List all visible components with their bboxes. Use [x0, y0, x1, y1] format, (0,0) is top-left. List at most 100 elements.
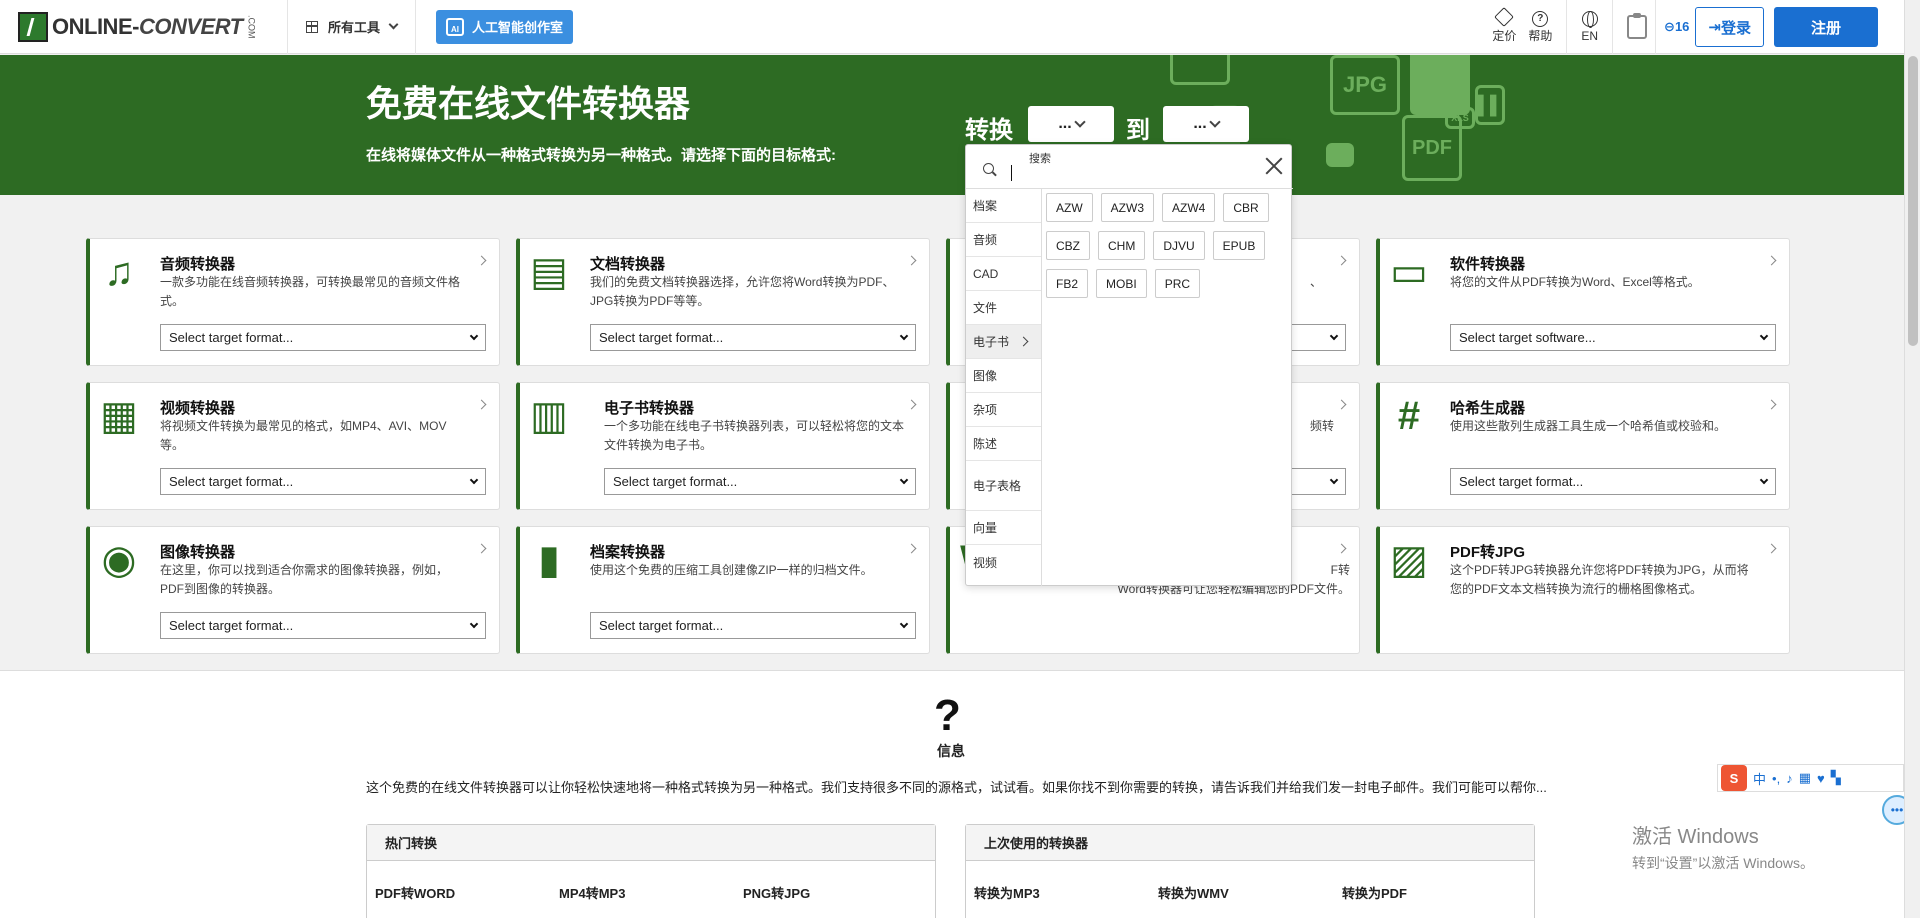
target-format-dropdown[interactable]: Select target format... — [160, 324, 486, 351]
card-software-converter[interactable]: ▭ 软件转换器 将您的文件从PDF转换为Word、Excel等格式。 Selec… — [1376, 238, 1790, 366]
format-option[interactable]: AZW — [1046, 193, 1093, 222]
recent-converters: 上次使用的转换器 转换为MP3 转换为WMV 转换为PDF — [965, 824, 1535, 918]
pricing-link[interactable]: 定价 — [1486, 7, 1522, 44]
clipboard-clock-icon[interactable] — [1627, 13, 1648, 39]
target-software-dropdown[interactable]: Select target software... — [1450, 324, 1776, 351]
target-format-dropdown[interactable]: Select target format... — [590, 612, 916, 639]
card-archive-converter[interactable]: ▮ 档案转换器 使用这个免费的压缩工具创建像ZIP一样的归档文件。 Select… — [516, 526, 930, 654]
logo[interactable]: ONLINE-CONVERT .COM — [0, 0, 288, 54]
info-section: ? 信息 这个免费的在线文件转换器可以让你轻松快速地将一种格式转换为另一种格式。… — [0, 670, 1904, 918]
chevron-right-icon — [1336, 399, 1347, 410]
keyboard-icon: ▦ — [1798, 770, 1811, 785]
category-item[interactable]: CAD — [966, 257, 1041, 291]
login-button[interactable]: ⇥ 登录 — [1695, 7, 1764, 47]
target-format-dropdown[interactable]: Select target format... — [1450, 468, 1776, 495]
source-format-select[interactable]: ... — [1028, 106, 1114, 142]
format-option[interactable]: AZW3 — [1100, 193, 1155, 222]
target-format-dropdown[interactable]: Select target format... — [160, 612, 486, 639]
question-icon: ? — [934, 691, 961, 740]
film-icon: ▦ — [100, 394, 138, 438]
page-scrollbar[interactable] — [1904, 0, 1920, 918]
target-format-dropdown[interactable]: Select target format... — [590, 324, 916, 351]
chevron-right-icon — [1336, 255, 1347, 266]
chevron-right-icon — [1766, 399, 1777, 410]
format-option[interactable]: PRC — [1154, 269, 1201, 298]
format-option[interactable]: CBR — [1223, 193, 1269, 222]
windows-activation-watermark: 激活 Windows 转到“设置”以激活 Windows。 — [1632, 826, 1815, 871]
books-icon: ▥ — [530, 394, 568, 438]
sogou-icon: S — [1721, 765, 1747, 791]
format-option[interactable]: AZW4 — [1162, 193, 1216, 222]
card-image-converter[interactable]: ◉ 图像转换器 在这里，你可以找到适合你需求的图像转换器，例如，PDF到图像的转… — [86, 526, 500, 654]
chevron-right-icon — [906, 399, 917, 410]
category-item[interactable]: 档案 — [966, 189, 1041, 223]
close-icon[interactable] — [1265, 157, 1283, 175]
format-option[interactable]: EPUB — [1212, 231, 1266, 260]
category-item[interactable]: 向量 — [966, 511, 1041, 545]
help-link[interactable]: ? 帮助 — [1522, 10, 1558, 44]
convert-label: 转换 — [965, 117, 1013, 144]
logo-icon — [18, 11, 48, 42]
chevron-right-icon — [906, 543, 917, 554]
tag-icon — [1494, 7, 1515, 27]
mic-icon: ♪ — [1786, 770, 1793, 786]
recent-link[interactable]: 转换为PDF — [1342, 883, 1526, 902]
card-document-converter[interactable]: ▤ 文档转换器 我们的免费文档转换器选择，允许您将Word转换为PDF、JPG转… — [516, 238, 930, 366]
chevron-right-icon — [906, 255, 917, 266]
page-subtitle: 在线将媒体文件从一种格式转换为另一种格式。请选择下面的目标格式: — [366, 147, 836, 164]
category-item[interactable]: 陈述 — [966, 427, 1041, 461]
format-option[interactable]: CBZ — [1046, 231, 1090, 260]
card-pdf-to-jpg[interactable]: ▨ PDF转JPG 这个PDF转JPG转换器允许您将PDF转换为JPG，从而将您… — [1376, 526, 1790, 654]
format-dropdown-panel: 搜索 档案 音频 CAD 文件 电子书 图像 杂项 陈述 电子表格 向量 视频 … — [965, 144, 1293, 586]
target-format-dropdown[interactable]: Select target format... — [160, 468, 486, 495]
category-item[interactable]: 音频 — [966, 223, 1041, 257]
signup-button[interactable]: 注册 — [1774, 7, 1878, 47]
card-video-converter[interactable]: ▦ 视频转换器 将视频文件转换为最常见的格式，如MP4、AVI、MOV等。 Se… — [86, 382, 500, 510]
page-title: 免费在线文件转换器 — [366, 83, 691, 124]
format-option[interactable]: DJVU — [1153, 231, 1205, 260]
apps-icon: ▚ — [1830, 770, 1841, 785]
login-icon: ⇥ — [1708, 19, 1721, 36]
format-options: AZW AZW3 AZW4 CBR CBZ CHM DJVU EPUB FB2 … — [1046, 193, 1286, 298]
popular-link[interactable]: MP4转MP3 — [559, 883, 743, 902]
ai-studio-button[interactable]: AI 人工智能创作室 — [436, 9, 574, 44]
recent-link[interactable]: 转换为WMV — [1158, 883, 1342, 902]
punctuation-icon: •, — [1772, 770, 1781, 786]
card-audio-converter[interactable]: ♫ 音频转换器 一款多功能在线音频转换器，可转换最常见的音频文件格式。 Sele… — [86, 238, 500, 366]
language-switcher[interactable]: EN — [1575, 11, 1604, 43]
chevron-right-icon — [476, 255, 487, 266]
card-hash-generator[interactable]: # 哈希生成器 使用这些散列生成器工具生成一个哈希值或校验和。 Select t… — [1376, 382, 1790, 510]
hash-icon: # — [1397, 393, 1421, 438]
popular-link[interactable]: PDF转WORD — [375, 883, 559, 902]
format-search[interactable]: 搜索 — [966, 145, 1293, 189]
category-item[interactable]: 图像 — [966, 359, 1041, 393]
category-item[interactable]: 文件 — [966, 291, 1041, 325]
archive-icon: ▮ — [537, 538, 560, 582]
chevron-down-icon — [1209, 116, 1221, 128]
category-item-active[interactable]: 电子书 — [966, 325, 1041, 359]
ime-toolbar[interactable]: S 中 •, ♪ ▦ ♥ ▚ — [1717, 764, 1904, 792]
category-item[interactable]: 视频 — [966, 545, 1041, 579]
format-option[interactable]: CHM — [1098, 231, 1146, 260]
target-format-select[interactable]: ... — [1163, 106, 1249, 142]
image-file-icon: ▨ — [1390, 538, 1428, 582]
chevron-down-icon — [1074, 116, 1086, 128]
category-item[interactable]: 电子表格 — [966, 461, 1041, 511]
top-nav: ONLINE-CONVERT .COM 所有工具 AI 人工智能创作室 定价 ?… — [0, 0, 1904, 54]
card-ebook-converter[interactable]: ▥ 电子书转换器 一个多功能在线电子书转换器列表，可以轻松将您的文本文件转换为电… — [516, 382, 930, 510]
camera-icon: ◉ — [101, 538, 137, 582]
category-item[interactable]: 杂项 — [966, 393, 1041, 427]
search-icon — [983, 163, 994, 174]
popular-link[interactable]: PNG转JPG — [743, 883, 927, 902]
format-option[interactable]: FB2 — [1046, 269, 1089, 298]
chevron-down-icon — [388, 19, 399, 30]
format-option[interactable]: MOBI — [1096, 269, 1147, 298]
target-format-dropdown[interactable]: Select target format... — [604, 468, 916, 495]
to-label: 到 — [1126, 117, 1150, 144]
credits-counter[interactable]: ⊖16 — [1658, 19, 1695, 35]
popular-conversions: 热门转换 PDF转WORD MP4转MP3 PNG转JPG — [366, 824, 936, 918]
music-icon: ♫ — [104, 249, 134, 294]
all-tools-button[interactable]: 所有工具 — [288, 0, 417, 54]
recent-link[interactable]: 转换为MP3 — [974, 883, 1158, 902]
chevron-right-icon — [476, 399, 487, 410]
